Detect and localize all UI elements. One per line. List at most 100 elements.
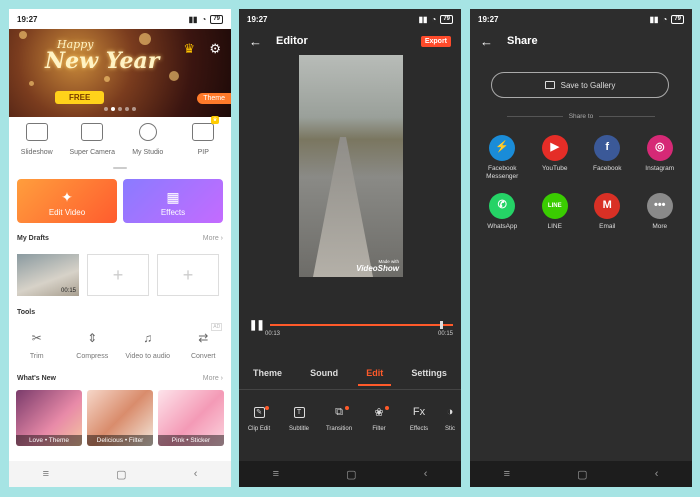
- banner-title: Happy New Year: [45, 39, 159, 72]
- home-nav-icon[interactable]: ▢: [346, 468, 356, 481]
- back-arrow-icon[interactable]: ←: [249, 34, 262, 49]
- share-app-instagram[interactable]: ◎ Instagram: [634, 135, 687, 181]
- new-year-banner[interactable]: Happy New Year FREE Theme ♛ ⚙: [9, 21, 231, 117]
- tool-effects[interactable]: Fx Effects: [400, 404, 438, 432]
- feature-label: PIP: [197, 149, 209, 156]
- drafts-more-link[interactable]: More ›: [203, 235, 223, 242]
- pause-icon[interactable]: ❚❚: [249, 320, 265, 331]
- back-nav-icon[interactable]: ‹: [424, 468, 428, 480]
- tab-theme[interactable]: Theme: [245, 364, 290, 386]
- ad-tag: AD: [211, 323, 223, 331]
- gear-icon[interactable]: ⚙: [209, 41, 221, 57]
- tool-filter[interactable]: ❀ Filter: [360, 404, 398, 432]
- system-nav-bar: ≡ ▢ ‹: [239, 461, 461, 487]
- tool-subtitle[interactable]: T Subtitle: [280, 404, 318, 432]
- menu-nav-icon[interactable]: ≡: [43, 468, 49, 480]
- crown-icon[interactable]: ♛: [183, 41, 195, 57]
- progress-track[interactable]: [269, 321, 453, 329]
- fx-icon: Fx: [412, 406, 426, 418]
- share-to-label: Share to: [568, 113, 594, 120]
- page-title: Editor: [276, 35, 308, 47]
- new-dot: [385, 406, 389, 410]
- tool-compress[interactable]: ⇕ Compress: [67, 329, 117, 360]
- battery-icon: 79: [671, 14, 684, 24]
- share-app-youtube[interactable]: ▶ YouTube: [529, 135, 582, 181]
- tool-clip-edit[interactable]: ✎ Clip Edit: [240, 404, 278, 432]
- share-app-messenger[interactable]: ⚡ Facebook Messenger: [476, 135, 529, 181]
- progress-handle[interactable]: [440, 321, 443, 329]
- scissors-icon: ✂: [31, 331, 42, 345]
- feature-slideshow[interactable]: Slideshow: [10, 121, 64, 156]
- watermark-line2: VideoShow: [356, 264, 399, 273]
- whats-new-caption: Delicious • Filter: [87, 435, 153, 446]
- theme-tag[interactable]: Theme: [197, 93, 231, 104]
- videoshow-watermark: Made with VideoShow: [356, 259, 399, 273]
- back-nav-icon[interactable]: ‹: [194, 468, 198, 480]
- time-labels: 00:13 00:15: [265, 331, 453, 337]
- whats-new-header: What's New More ›: [17, 375, 223, 382]
- feature-label: Super Camera: [69, 149, 116, 156]
- feature-super-camera[interactable]: Super Camera: [65, 121, 119, 156]
- home-nav-icon[interactable]: ▢: [116, 468, 126, 481]
- drafts-header: My Drafts More ›: [17, 235, 223, 242]
- menu-nav-icon[interactable]: ≡: [273, 468, 279, 480]
- wifi-icon: ◔: [431, 14, 437, 24]
- free-badge[interactable]: FREE: [55, 91, 105, 104]
- wifi-icon: ◔: [662, 14, 668, 24]
- share-screen: 19:27 ▮▮ ◔ 79 ← Share Save to Gallery Sh…: [470, 9, 692, 487]
- share-app-more[interactable]: ••• More: [634, 193, 687, 231]
- page-indicator: [113, 167, 127, 169]
- back-nav-icon[interactable]: ‹: [655, 468, 659, 480]
- whats-new-more-link[interactable]: More ›: [203, 375, 223, 382]
- home-nav-icon[interactable]: ▢: [577, 468, 587, 481]
- section-title: Tools: [17, 309, 36, 316]
- draft-add-slot[interactable]: +: [87, 254, 149, 296]
- back-arrow-icon[interactable]: ←: [480, 34, 493, 49]
- share-app-label: More: [652, 223, 668, 231]
- battery-icon: 79: [440, 14, 453, 24]
- draft-duration: 00:15: [60, 288, 76, 294]
- compress-icon: ⇕: [87, 331, 98, 345]
- tab-settings[interactable]: Settings: [403, 364, 455, 386]
- draft-item[interactable]: 00:15: [17, 254, 79, 296]
- share-app-whatsapp[interactable]: ✆ WhatsApp: [476, 193, 529, 231]
- whats-new-delicious-filter[interactable]: Delicious • Filter: [87, 390, 153, 446]
- share-app-email[interactable]: M Email: [581, 193, 634, 231]
- feature-label: Slideshow: [20, 149, 53, 156]
- whats-new-pink-sticker[interactable]: Pink • Sticker: [158, 390, 224, 446]
- share-to-divider: Share to: [470, 113, 692, 120]
- tool-video-to-audio[interactable]: ♫ Video to audio: [123, 329, 173, 360]
- more-icon: •••: [646, 193, 673, 220]
- draft-add-slot[interactable]: +: [157, 254, 219, 296]
- share-app-line[interactable]: LINE LINE: [529, 193, 582, 231]
- share-app-label: LINE: [547, 223, 562, 231]
- more-label: More: [202, 375, 219, 382]
- feature-my-studio[interactable]: My Studio: [121, 121, 175, 156]
- convert-icon: ⇄: [198, 331, 209, 345]
- save-to-gallery-button[interactable]: Save to Gallery: [491, 72, 669, 98]
- effects-button[interactable]: ▦ Effects: [123, 179, 223, 223]
- section-title: What's New: [17, 375, 57, 382]
- total-time: 00:15: [437, 331, 453, 337]
- music-icon: ♫: [143, 331, 153, 345]
- video-preview[interactable]: Made with VideoShow: [299, 55, 403, 277]
- status-icons: ▮▮ ◔ 79: [649, 14, 684, 24]
- editor-tabs: Theme Sound Edit Settings: [239, 364, 461, 386]
- tool-sticker[interactable]: ◑ Stic: [440, 404, 460, 432]
- magic-wand-icon: ✦: [61, 189, 73, 205]
- tool-convert[interactable]: AD ⇄ Convert: [178, 323, 228, 360]
- share-app-label: Facebook: [592, 165, 622, 172]
- export-button[interactable]: Export: [420, 35, 451, 47]
- whats-new-love-theme[interactable]: Love • Theme: [16, 390, 82, 446]
- menu-nav-icon[interactable]: ≡: [504, 468, 510, 480]
- feature-pip[interactable]: ♛ PIP: [176, 116, 230, 156]
- tab-sound[interactable]: Sound: [302, 364, 346, 386]
- tab-edit[interactable]: Edit: [358, 364, 392, 386]
- tool-trim[interactable]: ✂ Trim: [12, 329, 62, 360]
- edit-video-button[interactable]: ✦ Edit Video: [17, 179, 117, 223]
- gallery-icon: [544, 81, 555, 89]
- tool-transition[interactable]: ⧉ Transition: [320, 404, 358, 433]
- banner-title-line2: New Year: [45, 48, 160, 74]
- share-app-facebook[interactable]: f Facebook: [581, 135, 634, 181]
- signal-icon: ▮▮: [649, 14, 659, 24]
